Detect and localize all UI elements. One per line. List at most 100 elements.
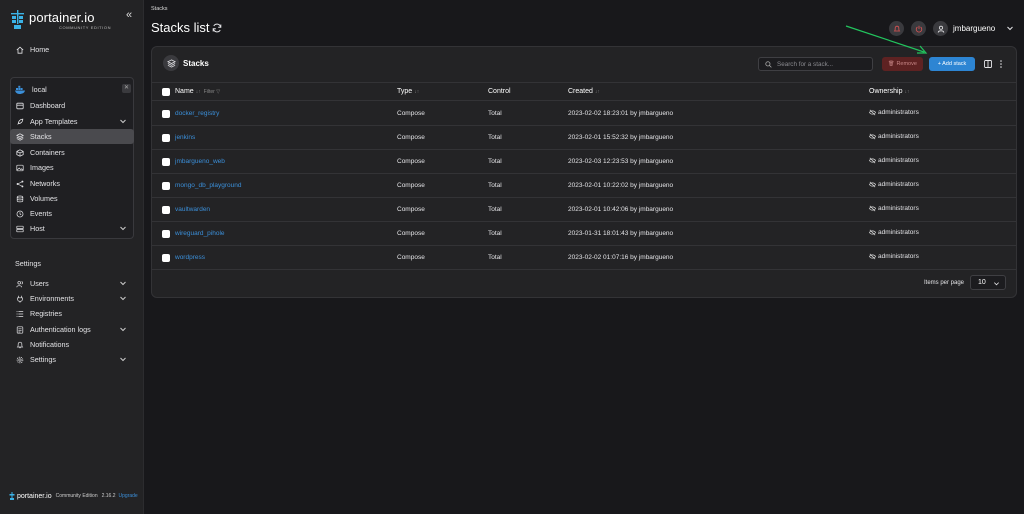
items-per-page-select[interactable]: 10	[970, 275, 1007, 290]
stack-ownership: administrators	[869, 133, 919, 140]
sidebar-item-volumes[interactable]: Volumes	[10, 191, 134, 206]
eye-off-icon	[869, 205, 876, 212]
table-row: jmbargueno_web Compose Total 2023-02-03 …	[152, 150, 1016, 174]
sidebar-item-dashboard[interactable]: Dashboard	[10, 98, 134, 113]
upgrade-link[interactable]: Upgrade	[119, 493, 138, 499]
logo[interactable]: portainer.io COMMUNITY EDITION «	[9, 8, 137, 32]
sidebar-item-label: Authentication logs	[30, 325, 91, 334]
stack-ownership: administrators	[869, 253, 919, 260]
sidebar-item-events[interactable]: Events	[10, 206, 134, 221]
stack-name-link[interactable]: wireguard_pihole	[175, 230, 225, 237]
columns-icon[interactable]	[984, 60, 992, 68]
sidebar-item-networks[interactable]: Networks	[10, 176, 134, 191]
column-ownership[interactable]: Ownership ↓↑	[869, 88, 909, 95]
stack-ownership: administrators	[869, 109, 919, 116]
stacks-icon	[163, 55, 179, 71]
sort-icon: ↓↑	[904, 89, 910, 95]
stack-name-link[interactable]: jmbargueno_web	[175, 158, 225, 165]
ownership-label: administrators	[878, 229, 919, 236]
stack-control: Total	[488, 158, 502, 165]
sidebar-item-images[interactable]: Images	[10, 160, 134, 175]
eye-off-icon	[869, 229, 876, 236]
sort-icon: ↓↑	[594, 89, 600, 95]
sidebar-item-stacks[interactable]: Stacks	[10, 129, 134, 144]
row-checkbox[interactable]	[162, 158, 170, 166]
table-header: Name ↓↑ Filter ▽ Type ↓↑ Control Created ↓↑ …	[152, 82, 1016, 101]
select-all-checkbox[interactable]	[162, 88, 170, 96]
sidebar-item-label: Networks	[30, 179, 60, 188]
breadcrumb: Stacks	[151, 6, 168, 12]
row-checkbox[interactable]	[162, 110, 170, 118]
row-checkbox[interactable]	[162, 182, 170, 190]
column-type[interactable]: Type ↓↑	[397, 88, 419, 95]
stack-name-link[interactable]: vaultwarden	[175, 206, 210, 213]
sidebar-item-environments[interactable]: Environments	[10, 291, 134, 306]
table-row: wireguard_pihole Compose Total 2023-01-3…	[152, 222, 1016, 246]
collapse-sidebar-icon[interactable]: «	[122, 9, 136, 21]
sidebar-item-notifications[interactable]: Notifications	[10, 337, 134, 352]
stack-type: Compose	[397, 134, 425, 141]
settings-heading: Settings	[15, 259, 41, 268]
sidebar-item-registries[interactable]: Registries	[10, 306, 134, 321]
pagination: Items per page 10	[924, 275, 1007, 290]
sidebar-item-settings[interactable]: Settings	[10, 352, 134, 367]
eye-off-icon	[869, 181, 876, 188]
sidebar-item-containers[interactable]: Containers	[10, 145, 134, 160]
home-icon	[15, 45, 25, 55]
logo-subtitle: COMMUNITY EDITION	[59, 25, 112, 30]
chevron-down-icon	[120, 357, 126, 362]
stack-ownership: administrators	[869, 205, 919, 212]
stack-control: Total	[488, 134, 502, 141]
column-created[interactable]: Created ↓↑	[568, 88, 600, 95]
ownership-label: administrators	[878, 133, 919, 140]
column-name[interactable]: Name ↓↑ Filter ▽	[175, 88, 220, 95]
user-name[interactable]: jmbargueno	[953, 24, 995, 33]
more-options-icon[interactable]	[999, 59, 1003, 69]
list-icon	[15, 309, 25, 319]
sidebar-item-authentication-logs[interactable]: Authentication logs	[10, 322, 134, 337]
close-environment-icon[interactable]: ✕	[122, 84, 131, 93]
column-created-label: Created	[568, 88, 593, 95]
sidebar-footer: portainer.io Community Edition 2.16.2 Up…	[9, 492, 138, 500]
stack-name-link[interactable]: mongo_db_playground	[175, 182, 242, 189]
sidebar: portainer.io COMMUNITY EDITION « Home lo…	[0, 0, 144, 514]
row-checkbox[interactable]	[162, 254, 170, 262]
stack-type: Compose	[397, 206, 425, 213]
filter-label[interactable]: Filter ▽	[204, 89, 220, 95]
sidebar-item-label: Events	[30, 209, 52, 218]
box-icon	[15, 148, 25, 158]
table-row: docker_registry Compose Total 2023-02-02…	[152, 102, 1016, 126]
search-input[interactable]	[777, 60, 867, 68]
stack-control: Total	[488, 206, 502, 213]
sidebar-item-users[interactable]: Users	[10, 276, 134, 291]
stack-created: 2023-02-03 12:23:53 by jmbargueno	[568, 158, 674, 165]
sidebar-item-label: Dashboard	[30, 101, 66, 110]
network-icon	[15, 179, 25, 189]
column-control: Control	[488, 88, 511, 95]
refresh-icon[interactable]	[212, 23, 222, 33]
sort-icon: ↓↑	[195, 89, 201, 95]
portainer-logo-icon	[11, 10, 24, 29]
row-checkbox[interactable]	[162, 206, 170, 214]
environment-header: local ✕	[15, 82, 131, 96]
docker-icon	[15, 85, 25, 94]
filter-text: Filter	[203, 89, 215, 95]
stack-control: Total	[488, 110, 502, 117]
row-checkbox[interactable]	[162, 134, 170, 142]
sidebar-item-home[interactable]: Home	[10, 42, 134, 57]
stack-name-link[interactable]: jenkins	[175, 134, 195, 141]
sidebar-item-label: Registries	[30, 309, 62, 318]
stack-name-link[interactable]: wordpress	[175, 254, 205, 261]
footer-logo-text: portainer.io	[17, 492, 52, 500]
stack-name-link[interactable]: docker_registry	[175, 110, 219, 117]
row-checkbox[interactable]	[162, 230, 170, 238]
column-name-label: Name	[175, 88, 194, 95]
sidebar-item-app-templates[interactable]: App Templates	[10, 114, 134, 129]
ownership-label: administrators	[878, 181, 919, 188]
chevron-down-icon[interactable]	[1006, 24, 1014, 32]
eye-off-icon	[869, 157, 876, 164]
sidebar-item-host[interactable]: Host	[10, 221, 134, 236]
footer-version: 2.16.2	[101, 493, 116, 499]
stack-type: Compose	[397, 110, 425, 117]
stack-type: Compose	[397, 182, 425, 189]
